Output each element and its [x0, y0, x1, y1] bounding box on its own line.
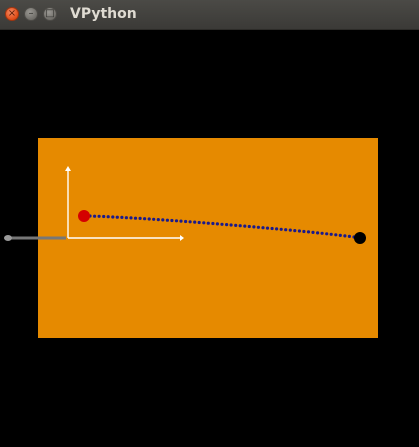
start-ball	[78, 210, 90, 222]
trail-dot	[284, 228, 288, 232]
trail-dot	[302, 229, 306, 234]
trail-dot	[197, 220, 201, 225]
trail-dot	[243, 224, 247, 228]
trail-dot	[161, 218, 165, 222]
trail-dot	[156, 218, 160, 222]
trail-dot	[265, 226, 270, 230]
trail-dot	[343, 234, 347, 238]
trail-dot	[311, 230, 315, 234]
vpython-canvas[interactable]	[0, 30, 419, 447]
trail-dot	[170, 218, 174, 223]
trail-dot	[115, 215, 119, 219]
trail-dot	[102, 214, 106, 219]
trail-dot	[234, 223, 238, 227]
trail-dot	[211, 221, 215, 226]
end-ball	[354, 232, 366, 244]
trail-dot	[193, 220, 197, 224]
trail-dot	[124, 216, 128, 220]
maximize-button[interactable]: □	[43, 7, 57, 21]
trail-dot	[238, 224, 242, 228]
trail-dot	[275, 227, 279, 231]
trail-dot	[120, 215, 124, 219]
trail-dot	[325, 232, 329, 236]
trail-dot	[320, 231, 324, 235]
trail-dot	[316, 231, 320, 235]
trail-dot	[202, 221, 206, 225]
trail-dot	[152, 217, 156, 221]
vpython-window: × – □ VPython	[0, 0, 419, 447]
trail-dot	[143, 217, 147, 221]
trail-dot	[347, 234, 351, 238]
trail-dot	[206, 221, 210, 225]
trail-dot	[165, 218, 169, 222]
window-title: VPython	[70, 6, 137, 22]
trail-dot	[133, 216, 138, 220]
trail-dot	[184, 219, 188, 224]
trail-dot	[220, 222, 224, 226]
trail-dot	[279, 227, 283, 231]
trail-dot	[97, 214, 101, 218]
trail-dot	[174, 219, 179, 223]
trail-dot	[293, 229, 297, 233]
trail-dot	[138, 216, 142, 220]
trail-dot	[338, 233, 342, 237]
trail-dot	[179, 219, 183, 223]
close-icon: ×	[7, 8, 17, 19]
trail-dot	[111, 215, 115, 219]
trail-dot	[225, 223, 229, 227]
trail-dot	[147, 217, 151, 221]
trail-dot	[288, 228, 292, 232]
trail-dot	[297, 229, 301, 233]
minimize-icon: –	[28, 8, 34, 19]
trail-dot	[93, 214, 97, 218]
trail-dot	[129, 216, 133, 220]
trail-dot	[256, 225, 260, 229]
trail-dot	[247, 224, 251, 229]
minimize-button[interactable]: –	[24, 7, 38, 21]
maximize-icon: □	[45, 8, 55, 19]
launcher-end-cap	[4, 235, 12, 241]
title-bar[interactable]: × – □ VPython	[0, 0, 419, 30]
trail-dot	[334, 233, 338, 237]
trail-dot	[188, 220, 192, 224]
trail-dot	[106, 215, 110, 219]
trail-dot	[261, 226, 265, 230]
scene-svg	[4, 138, 378, 338]
trail-dot	[306, 230, 311, 234]
trail-dot	[215, 222, 219, 226]
trail-dot	[329, 232, 333, 236]
trail-dot	[229, 223, 233, 227]
close-button[interactable]: ×	[5, 7, 19, 21]
trail-dot	[252, 225, 256, 229]
trail-dot	[270, 226, 274, 231]
